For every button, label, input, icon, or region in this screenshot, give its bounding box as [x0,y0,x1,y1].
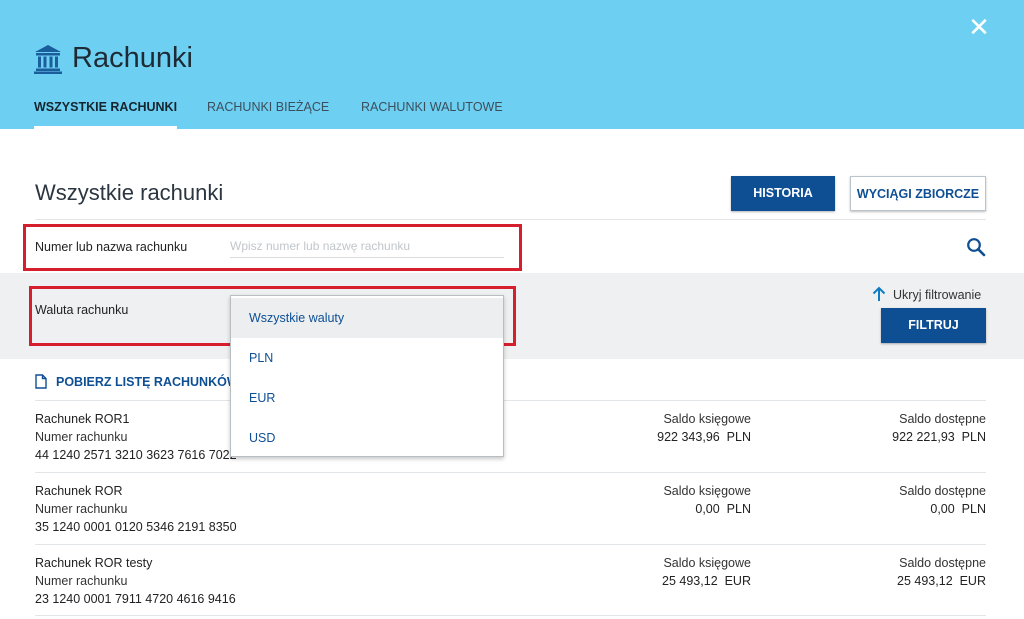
section-title: Wszystkie rachunki [35,180,224,205]
available-balance-currency: PLN [961,502,986,516]
close-icon[interactable]: ✕ [966,14,992,40]
book-balance-currency: PLN [726,502,751,516]
book-balance-currency: EUR [724,574,751,588]
account-number: 35 1240 0001 0120 5346 2191 8350 [35,520,237,534]
book-balance-amount: 0,00 [695,502,720,516]
book-balance: 922 343,96 PLN [657,430,751,444]
book-balance-label: Saldo księgowe [663,484,751,498]
book-balance-currency: PLN [726,430,751,444]
divider [35,400,986,401]
account-name: Rachunek ROR1 [35,412,130,426]
available-balance-currency: EUR [959,574,986,588]
book-balance-amount: 25 493,12 [662,574,718,588]
tab-all-accounts[interactable]: WSZYSTKIE RACHUNKI [34,100,178,129]
book-balance: 25 493,12 EUR [662,574,751,588]
account-number-label: Numer rachunku [35,574,128,588]
account-number-label: Numer rachunku [35,502,128,516]
option-pln[interactable]: PLN [231,338,503,378]
filter-button[interactable]: FILTRUJ [881,308,986,343]
bank-icon [34,45,62,74]
currency-dropdown[interactable]: Wszystkie waluty PLN EUR USD [230,295,504,457]
hide-filter-label: Ukryj filtrowanie [893,288,982,302]
available-balance-label: Saldo dostępne [899,484,986,498]
available-balance-amount: 0,00 [930,502,955,516]
statements-button[interactable]: WYCIĄGI ZBIORCZE [850,176,986,211]
highlight-search [23,224,522,271]
divider [35,544,986,545]
option-eur[interactable]: EUR [231,378,503,418]
book-balance: 0,00 PLN [695,502,751,516]
account-number-label: Numer rachunku [35,430,128,444]
account-number: 23 1240 0001 7911 4720 4616 9416 [35,592,236,606]
account-name: Rachunek ROR [35,484,123,498]
divider [35,472,986,473]
search-icon[interactable] [966,237,986,257]
divider [35,615,986,616]
download-label: POBIERZ LISTĘ RACHUNKÓW [56,375,239,389]
hide-filter-link[interactable]: Ukryj filtrowanie [871,286,981,302]
book-balance-amount: 922 343,96 [657,430,720,444]
book-balance-label: Saldo księgowe [663,556,751,570]
option-all-currencies[interactable]: Wszystkie waluty [231,298,503,338]
available-balance-amount: 25 493,12 [897,574,953,588]
available-balance: 25 493,12 EUR [897,574,986,588]
account-name: Rachunek ROR testy [35,556,153,570]
available-balance-label: Saldo dostępne [899,412,986,426]
download-list-link[interactable]: POBIERZ LISTĘ RACHUNKÓW [35,374,239,389]
arrow-up-icon [872,286,886,301]
page-title: Rachunki [72,42,193,74]
tab-current-accounts[interactable]: RACHUNKI BIEŻĄCE [207,100,329,129]
account-number: 44 1240 2571 3210 3623 7616 7022 [35,448,237,462]
available-balance-label: Saldo dostępne [899,556,986,570]
document-icon [35,374,47,389]
divider [35,219,986,220]
book-balance-label: Saldo księgowe [663,412,751,426]
available-balance-amount: 922 221,93 [892,430,955,444]
available-balance: 922 221,93 PLN [892,430,986,444]
option-usd[interactable]: USD [231,418,503,458]
available-balance-currency: PLN [961,430,986,444]
history-button[interactable]: HISTORIA [731,176,835,211]
tab-currency-accounts[interactable]: RACHUNKI WALUTOWE [361,100,503,129]
available-balance: 0,00 PLN [930,502,986,516]
header-bar: ✕ Rachunki WSZYSTKIE RACHUNKI RACHUNKI B… [0,0,1024,129]
